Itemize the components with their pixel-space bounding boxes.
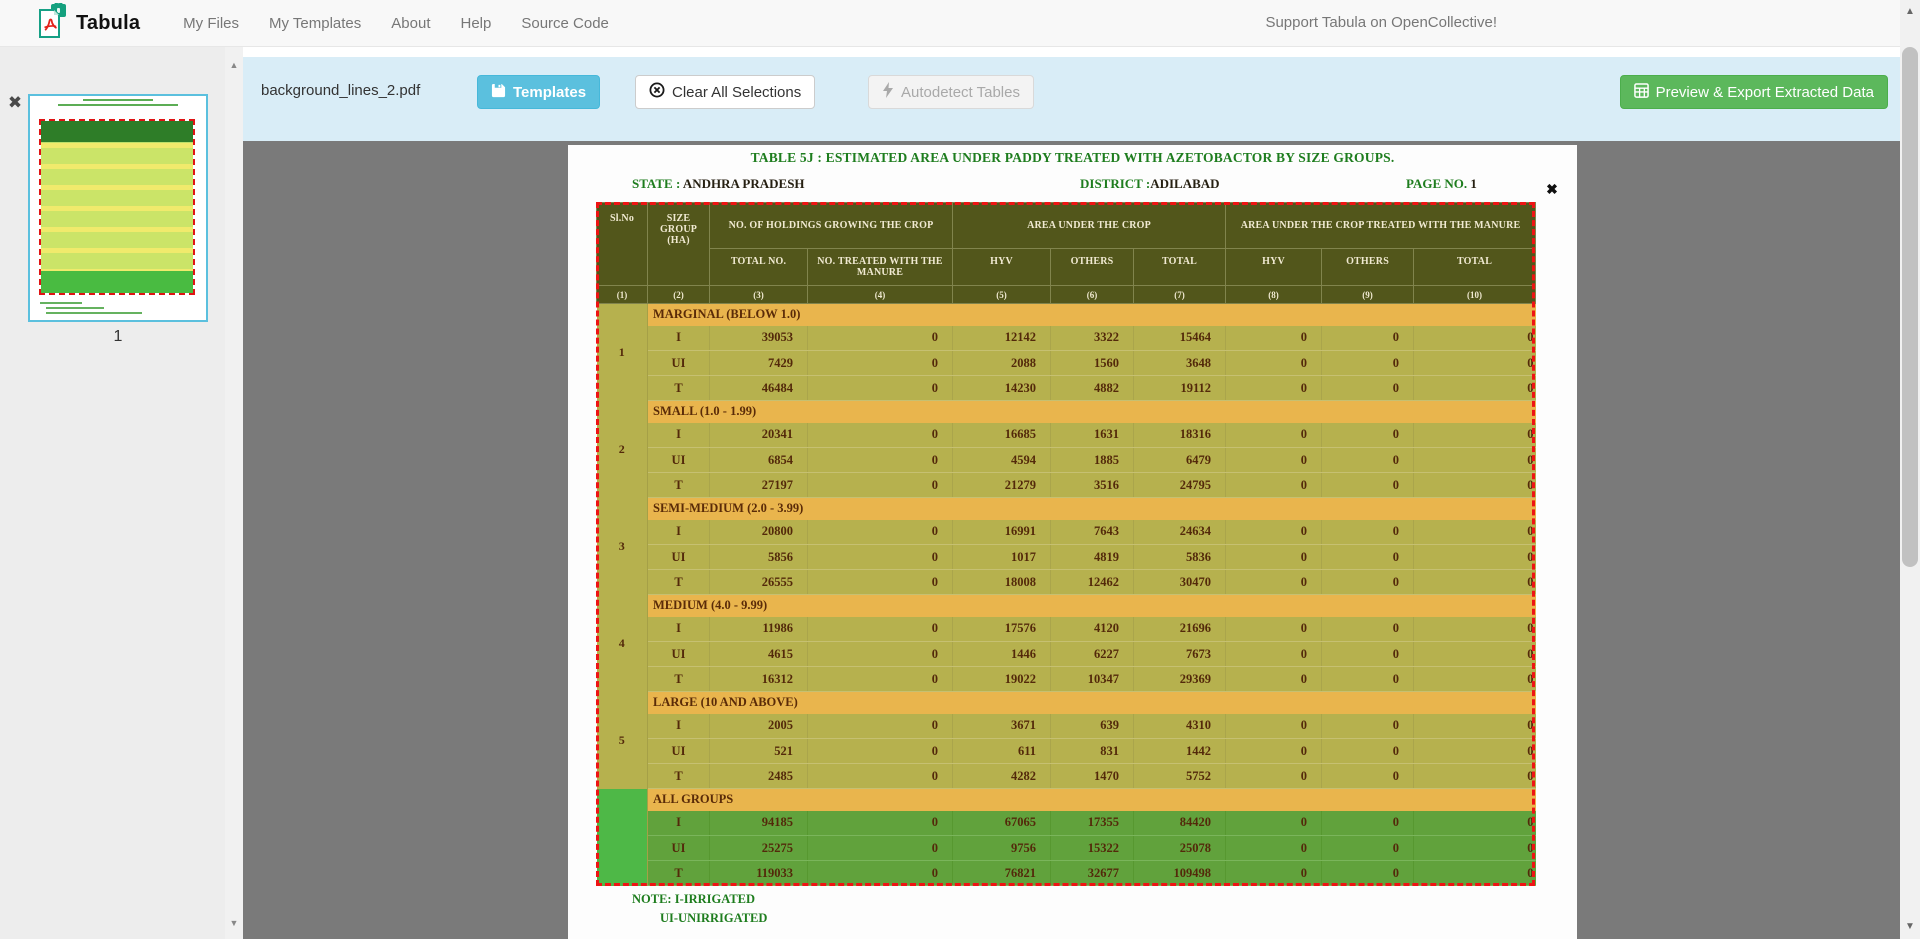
- lightning-bolt-icon: [882, 82, 894, 102]
- page-thumbnail[interactable]: [28, 94, 208, 322]
- main-area: background_lines_2.pdf Templates Clear A…: [243, 47, 1900, 939]
- table-selection-box[interactable]: [596, 202, 1535, 886]
- sidebar-scrollbar[interactable]: ▲ ▼: [225, 47, 243, 939]
- remove-page-icon[interactable]: ✖: [5, 93, 25, 113]
- table-icon: [1634, 83, 1649, 102]
- pdf-viewer-background: TABLE 5J : ESTIMATED AREA UNDER PADDY TR…: [243, 141, 1900, 939]
- templates-button[interactable]: Templates: [477, 75, 600, 109]
- clear-button-label: Clear All Selections: [672, 84, 801, 101]
- autodetect-tables-button[interactable]: Autodetect Tables: [868, 75, 1034, 109]
- pdf-district-line: DISTRICT :ADILABAD: [1080, 176, 1220, 192]
- selection-close-icon[interactable]: ✖: [1544, 183, 1560, 199]
- pdf-pageno-line: PAGE NO. 1: [1406, 176, 1477, 192]
- scroll-up-icon[interactable]: ▲: [1900, 4, 1920, 20]
- pageno-value: 1: [1470, 176, 1477, 191]
- district-value: ADILABAD: [1150, 176, 1219, 191]
- save-template-icon: [491, 83, 506, 102]
- page-number-label: 1: [28, 328, 208, 346]
- nav-item-about[interactable]: About: [376, 15, 445, 32]
- thumb-note-line: [46, 312, 142, 314]
- tabula-logo-icon: [38, 3, 68, 44]
- scroll-down-icon[interactable]: ▼: [1900, 919, 1920, 935]
- thumb-selection-overlay: [39, 119, 195, 295]
- nav-item-help[interactable]: Help: [445, 15, 506, 32]
- pdf-table-title: TABLE 5J : ESTIMATED AREA UNDER PADDY TR…: [568, 150, 1577, 166]
- pageno-label: PAGE NO.: [1406, 176, 1467, 191]
- nav-item-my-files[interactable]: My Files: [168, 15, 254, 32]
- autodetect-button-label: Autodetect Tables: [901, 84, 1020, 101]
- state-label: STATE :: [632, 176, 680, 191]
- state-value: ANDHRA PRADESH: [683, 176, 805, 191]
- clear-circle-x-icon: [649, 82, 665, 102]
- pdf-note-line1: NOTE: I-IRRIGATED: [632, 892, 755, 907]
- thumb-table-body: [41, 143, 193, 271]
- brand-title[interactable]: Tabula: [76, 12, 140, 35]
- templates-button-label: Templates: [513, 84, 586, 101]
- page-scrollbar[interactable]: ▲ ▼: [1900, 0, 1920, 939]
- pdf-state-line: STATE : ANDHRA PRADESH: [632, 176, 805, 192]
- scrollbar-thumb[interactable]: [1902, 47, 1918, 567]
- active-filename: background_lines_2.pdf: [261, 82, 420, 99]
- nav-item-source-code[interactable]: Source Code: [506, 15, 624, 32]
- thumb-table-footer: [41, 271, 193, 293]
- thumb-title-line: [83, 99, 153, 101]
- toolbar: background_lines_2.pdf Templates Clear A…: [243, 57, 1900, 141]
- brand[interactable]: Tabula: [38, 3, 140, 44]
- navbar: Tabula My Files My Templates About Help …: [0, 0, 1920, 47]
- nav-menu: My Files My Templates About Help Source …: [168, 15, 624, 32]
- thumb-subtitle-line: [58, 104, 178, 106]
- pdf-note-line2: UI-UNIRRIGATED: [660, 911, 767, 926]
- thumb-note-line: [46, 307, 104, 309]
- nav-item-my-templates[interactable]: My Templates: [254, 15, 376, 32]
- scroll-down-icon[interactable]: ▼: [225, 915, 243, 931]
- thumb-table-header: [41, 121, 193, 143]
- sidebar-page-list: ✖ 1: [0, 47, 225, 939]
- pdf-page[interactable]: TABLE 5J : ESTIMATED AREA UNDER PADDY TR…: [568, 145, 1577, 939]
- export-button-label: Preview & Export Extracted Data: [1656, 84, 1874, 101]
- thumb-note-line: [40, 302, 82, 304]
- scroll-up-icon[interactable]: ▲: [225, 57, 243, 73]
- clear-all-selections-button[interactable]: Clear All Selections: [635, 75, 815, 109]
- support-link[interactable]: Support Tabula on OpenCollective!: [1265, 14, 1497, 31]
- district-label: DISTRICT :: [1080, 176, 1150, 191]
- preview-export-button[interactable]: Preview & Export Extracted Data: [1620, 75, 1888, 109]
